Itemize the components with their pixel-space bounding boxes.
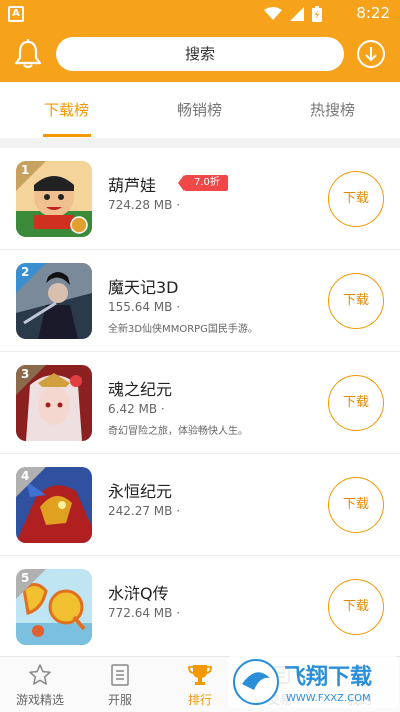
game-thumbnail: 2	[16, 263, 92, 339]
top-header: 搜索	[0, 28, 400, 82]
tab-download-rank[interactable]: 下载榜	[0, 82, 133, 138]
nav-trade[interactable]: 交易	[240, 657, 320, 712]
download-button[interactable]: 下载	[328, 375, 384, 431]
tab-hot-search-rank[interactable]: 热搜榜	[266, 82, 399, 138]
status-bar: A 8:22	[0, 0, 400, 28]
discount-badge: 7.0折	[178, 175, 228, 191]
game-thumbnail: 3	[16, 365, 92, 441]
download-manager-icon[interactable]	[356, 39, 386, 69]
bottom-nav: 游戏精选 开服 排行 交易 我的	[0, 656, 400, 712]
rank-number: 5	[21, 571, 30, 585]
trade-icon	[270, 666, 290, 684]
game-size: 6.42 MB ·	[108, 402, 165, 416]
signal-icon	[290, 7, 304, 21]
tab-active-indicator	[43, 134, 91, 137]
nav-featured-games[interactable]: 游戏精选	[0, 657, 80, 712]
nav-profile[interactable]: 我的	[320, 657, 400, 712]
game-name: 魔天记3D	[108, 278, 179, 297]
download-button[interactable]: 下载	[328, 273, 384, 329]
user-icon	[350, 665, 370, 686]
rank-number: 3	[21, 367, 30, 381]
game-description: 奇幻冒险之旅，体验畅快人生。	[108, 426, 248, 437]
game-thumbnail: 5	[16, 569, 92, 645]
rank-number: 4	[21, 469, 30, 483]
game-size: 242.27 MB ·	[108, 504, 181, 518]
clock: 8:22	[356, 4, 390, 22]
nav-label: 我的	[347, 693, 372, 707]
bell-icon[interactable]	[12, 38, 44, 70]
game-list: 1 葫芦娃 7.0折 724.28 MB · 下载 2 魔天记3D 155.64…	[0, 148, 400, 658]
battery-icon	[312, 6, 322, 22]
app-notification-icon: A	[8, 6, 24, 22]
game-name: 葫芦娃	[108, 176, 157, 195]
download-button[interactable]: 下载	[328, 171, 384, 227]
game-thumbnail: 1	[16, 161, 92, 237]
game-size: 724.28 MB ·	[108, 198, 181, 212]
game-name: 水浒Q传	[108, 584, 169, 603]
game-name: 魂之纪元	[108, 380, 173, 399]
game-description: 全新3D仙侠MMORPG国民手游。	[108, 324, 258, 335]
ranking-tabs: 下载榜 畅销榜 热搜榜	[0, 82, 400, 138]
wifi-icon	[264, 7, 282, 20]
rank-number: 2	[21, 265, 30, 279]
list-item[interactable]: 5 水浒Q传 772.64 MB · 下载	[0, 556, 400, 658]
game-size: 155.64 MB ·	[108, 300, 181, 314]
list-item[interactable]: 3 魂之纪元 6.42 MB · 奇幻冒险之旅，体验畅快人生。 下载	[0, 352, 400, 454]
status-icons	[264, 6, 322, 22]
nav-label: 排行	[187, 693, 212, 707]
game-name: 永恒纪元	[108, 482, 173, 501]
nav-label: 游戏精选	[15, 693, 64, 707]
search-input[interactable]: 搜索	[56, 37, 344, 71]
game-size: 772.64 MB ·	[108, 606, 181, 620]
rank-number: 1	[21, 163, 30, 177]
nav-label: 交易	[267, 693, 292, 707]
nav-label: 开服	[107, 693, 132, 707]
download-button[interactable]: 下载	[328, 579, 384, 635]
game-thumbnail: 4	[16, 467, 92, 543]
list-item[interactable]: 1 葫芦娃 7.0折 724.28 MB · 下载	[0, 148, 400, 250]
nav-ranking[interactable]: 排行	[160, 657, 240, 712]
tab-bestseller-rank[interactable]: 畅销榜	[133, 82, 266, 138]
nav-server-open[interactable]: 开服	[80, 657, 160, 712]
trophy-icon	[188, 665, 212, 685]
list-item[interactable]: 4 永恒纪元 242.27 MB · 下载	[0, 454, 400, 556]
download-button[interactable]: 下载	[328, 477, 384, 533]
star-icon	[29, 664, 51, 685]
list-icon	[111, 664, 129, 686]
list-item[interactable]: 2 魔天记3D 155.64 MB · 全新3D仙侠MMORPG国民手游。 下载	[0, 250, 400, 352]
